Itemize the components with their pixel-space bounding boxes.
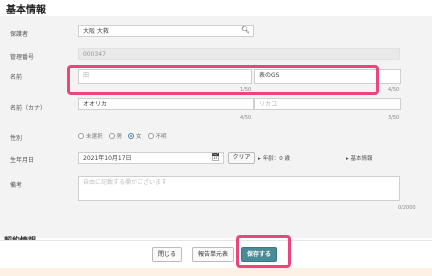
gender-option-unknown[interactable]: 不明 [147,132,167,140]
gender-label: 性別 [10,135,23,142]
last-kana-input[interactable]: オオリカ [78,98,254,110]
radio-icon [108,133,115,139]
first-name-counter: 4/50 [388,87,400,93]
insurer-field[interactable]: 大阪 大救 🔍︎ [78,25,254,37]
section-title: 基本情報 [6,5,46,16]
birthday-input[interactable]: 2021年10月17日 📅︎ [78,152,224,164]
radio-checked-icon [128,133,135,139]
notes-placeholder: 自由に記載する欄がございます [83,179,168,186]
search-icon[interactable]: 🔍︎ [241,27,250,34]
first-kana-counter: 3/50 [388,115,400,121]
gender-option-female[interactable]: 女 [128,132,142,140]
notes-counter: 0/2000 [398,205,416,211]
birthday-label: 生年月日 [10,157,35,164]
admin-no-label: 管理番号 [10,54,35,61]
insurer-value: 大阪 大救 [83,28,109,35]
save-highlight-box [236,235,291,268]
gender-option-unselected[interactable]: 未選択 [78,132,103,140]
detail-button[interactable]: 報告単元表 [192,247,234,262]
kana-label: 名前（カナ） [10,105,47,112]
notes-textarea[interactable]: 自由に記載する欄がございます [78,176,400,201]
admin-no-field: 000347 [78,48,400,60]
radio-icon [78,133,84,139]
clear-button[interactable]: クリア [228,152,255,164]
radio-icon [147,133,154,139]
gender-option-male[interactable]: 男 [108,132,122,140]
gender-radio-group: 未選択 男 女 不明 [78,132,173,140]
last-kana-counter: 4/50 [240,115,252,121]
notes-label: 備考 [10,182,23,189]
age-display: ▸ 年齢：0 歳 [258,156,291,162]
first-kana-input[interactable]: リカコ [254,98,401,110]
bottom-strip [0,268,432,276]
caret-right-icon: ▸ [258,156,261,162]
info-link[interactable]: ▸ 基本情報 [346,154,373,162]
calendar-icon[interactable]: 📅︎ [211,154,220,161]
close-button[interactable]: 閉じる [152,247,182,262]
insurer-label: 保護者 [10,31,29,38]
name-label: 名前 [10,74,23,81]
name-highlight-box [67,65,379,95]
birthday-value: 2021年10月17日 [83,155,132,162]
